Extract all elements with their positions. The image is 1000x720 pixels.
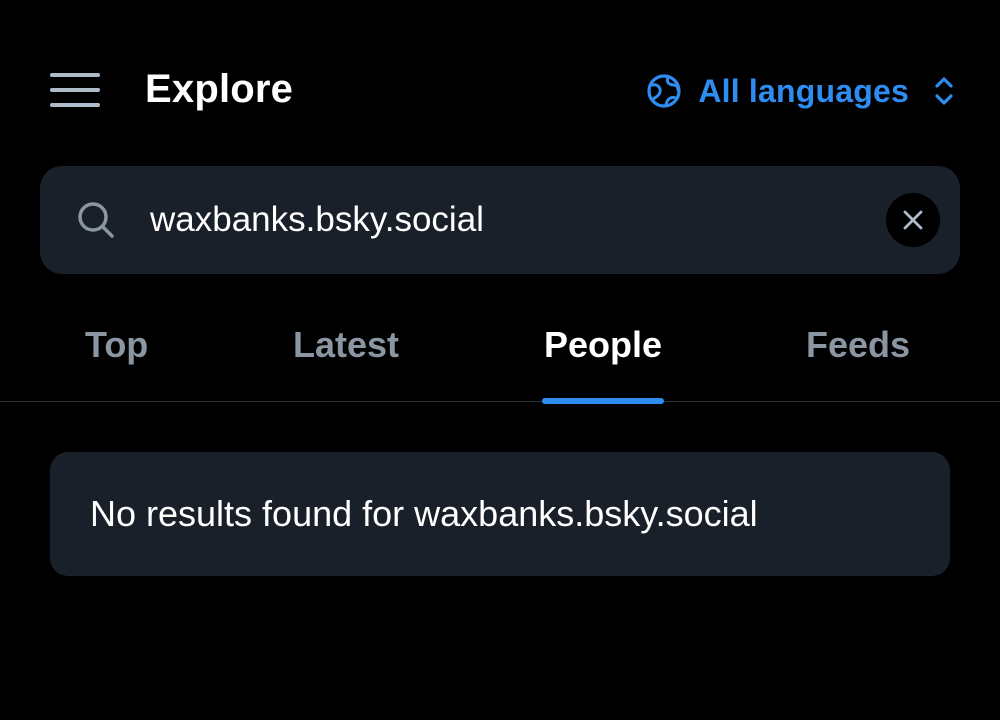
tab-label: Latest (293, 324, 400, 365)
header: Explore All languages (0, 0, 1000, 170)
search-icon (78, 202, 114, 238)
explore-screen: Explore All languages waxbanks.bsky.soci… (0, 0, 1000, 720)
globe-icon (647, 74, 681, 108)
language-selector[interactable]: All languages (646, 66, 955, 116)
tab-label: Top (85, 324, 149, 365)
close-icon (903, 210, 923, 230)
chevron-up-down-icon (935, 77, 953, 105)
clear-search-button[interactable] (886, 193, 940, 247)
tab-label: Feeds (806, 324, 911, 365)
search-input[interactable] (150, 192, 850, 248)
search-tabs: Top Latest People Feeds (0, 300, 1000, 404)
hamburger-menu-icon (50, 73, 100, 77)
language-label: All languages (698, 72, 909, 109)
tab-top[interactable]: Top (85, 320, 148, 402)
tab-latest[interactable]: Latest (293, 320, 399, 402)
hamburger-menu-icon-bar (50, 103, 100, 107)
empty-results-message: No results found for waxbanks.bsky.socia… (90, 493, 758, 534)
menu-button[interactable] (50, 71, 100, 109)
page-title: Explore (145, 67, 294, 111)
tab-feeds[interactable]: Feeds (806, 320, 910, 402)
tab-people[interactable]: People (542, 320, 665, 404)
empty-results-card: No results found for waxbanks.bsky.socia… (50, 452, 950, 576)
tab-label: People (544, 324, 663, 365)
active-tab-indicator (542, 398, 665, 404)
hamburger-menu-icon-bar (50, 88, 100, 92)
search-bar (40, 166, 960, 274)
